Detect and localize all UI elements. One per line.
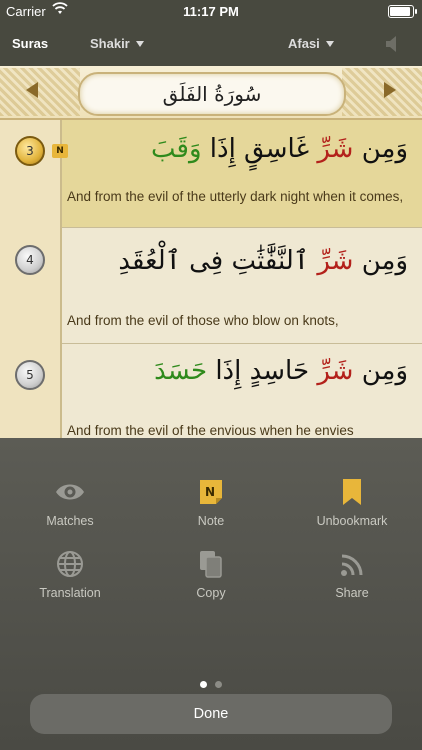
done-button[interactable]: Done xyxy=(30,694,392,734)
arabic-part: غَاسِقٍ إِذَا xyxy=(209,134,310,164)
matches-button[interactable]: Matches xyxy=(0,478,140,528)
battery-icon xyxy=(388,5,417,18)
matches-label: Matches xyxy=(46,514,94,528)
arabic-part: وَمِن xyxy=(361,246,408,276)
ornament-right xyxy=(342,68,422,116)
arabic-part: وَمِن xyxy=(361,134,408,164)
unbookmark-label: Unbookmark xyxy=(316,514,388,528)
verse-number-badge: 5 xyxy=(15,360,45,390)
note-label: Note xyxy=(197,514,225,528)
reciter-dropdown[interactable]: Afasi xyxy=(288,36,334,51)
share-icon xyxy=(282,550,422,578)
previous-sura-arrow-icon[interactable] xyxy=(26,82,38,98)
arabic-part: حَاسِدٍ إِذَا xyxy=(215,356,310,386)
suras-button[interactable]: Suras xyxy=(12,36,48,51)
verse-translation: And from the evil of the utterly dark ni… xyxy=(67,189,404,204)
status-bar: Carrier 11:17 PM xyxy=(0,0,422,22)
verse-row-5[interactable]: 5 وَمِن شَرِّ حَاسِدٍ إِذَا حَسَدَ And f… xyxy=(0,344,422,438)
translation-button[interactable]: Translation xyxy=(0,550,140,600)
bookmark-icon xyxy=(282,478,422,506)
arabic-part: شَرِّ xyxy=(317,134,354,164)
top-bar: Carrier 11:17 PM Suras Shakir Afasi xyxy=(0,0,422,66)
copy-icon xyxy=(141,550,281,578)
eye-icon xyxy=(0,478,140,506)
verse-translation: And from the evil of the envious when he… xyxy=(67,423,354,438)
unbookmark-button[interactable]: Unbookmark xyxy=(282,478,422,528)
next-sura-arrow-icon[interactable] xyxy=(384,82,396,98)
copy-button[interactable]: Copy xyxy=(141,550,281,600)
translator-dropdown[interactable]: Shakir xyxy=(90,36,144,51)
chevron-down-icon xyxy=(325,41,334,47)
ornament-left xyxy=(0,68,80,116)
copy-label: Copy xyxy=(196,586,226,600)
verse-arabic: وَمِن شَرِّ ٱلنَّفَّٰثَٰتِ فِى ٱلْعُقَدِ xyxy=(118,246,408,276)
verse-translation: And from the evil of those who blow on k… xyxy=(67,313,339,328)
verse-row-3[interactable]: 3 N وَمِن شَرِّ غَاسِقٍ إِذَا وَقَبَ And… xyxy=(0,120,422,228)
verse-list[interactable]: 3 N وَمِن شَرِّ غَاسِقٍ إِذَا وَقَبَ And… xyxy=(0,120,422,438)
verse-arabic: وَمِن شَرِّ حَاسِدٍ إِذَا حَسَدَ xyxy=(154,356,408,386)
verse-arabic: وَمِن شَرِّ غَاسِقٍ إِذَا وَقَبَ xyxy=(151,134,408,164)
translation-label: Translation xyxy=(39,586,101,600)
svg-text:N: N xyxy=(205,485,215,499)
note-icon: N xyxy=(141,478,281,506)
share-button[interactable]: Share xyxy=(282,550,422,600)
page-indicator[interactable] xyxy=(0,673,422,692)
verse-row-4[interactable]: 4 وَمِن شَرِّ ٱلنَّفَّٰثَٰتِ فِى ٱلْعُقَ… xyxy=(0,228,422,344)
translator-label: Shakir xyxy=(90,36,130,51)
verse-number-badge: 3 xyxy=(15,136,45,166)
verse-number-badge: 4 xyxy=(15,245,45,275)
share-label: Share xyxy=(335,586,369,600)
arabic-part: ٱلْعُقَدِ xyxy=(118,246,181,276)
page-dot-active[interactable] xyxy=(200,681,207,688)
arabic-part: وَمِن xyxy=(361,356,408,386)
arabic-part: حَسَدَ xyxy=(154,356,208,386)
speaker-icon[interactable] xyxy=(384,33,402,58)
page-dot[interactable] xyxy=(215,681,222,688)
note-badge-icon: N xyxy=(52,144,68,158)
clock: 11:17 PM xyxy=(183,4,239,19)
arabic-part: شَرِّ xyxy=(317,356,354,386)
arabic-part: شَرِّ xyxy=(317,246,354,276)
arabic-part: وَقَبَ xyxy=(150,134,202,164)
chevron-down-icon xyxy=(135,41,144,47)
sura-banner: سُورَةُ الفَلَق xyxy=(0,66,422,120)
reciter-label: Afasi xyxy=(288,36,320,51)
note-button[interactable]: N Note xyxy=(141,478,281,528)
globe-icon xyxy=(0,550,140,578)
arabic-part: ٱلنَّفَّٰثَٰتِ فِى xyxy=(189,246,310,276)
nav-bar: Suras Shakir Afasi xyxy=(0,30,422,60)
sura-title: سُورَةُ الفَلَق xyxy=(78,72,346,116)
